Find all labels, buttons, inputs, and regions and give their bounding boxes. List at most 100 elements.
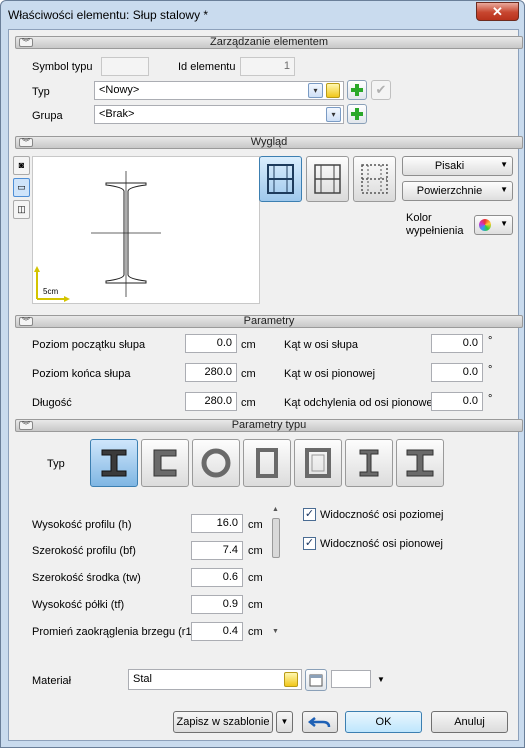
chevron-down-icon: ▼ bbox=[500, 219, 508, 228]
flange-height-field[interactable]: 0.9 bbox=[191, 595, 243, 614]
horizontal-axis-checkbox[interactable]: ✓ bbox=[303, 508, 316, 521]
chevron-down-icon: ▼ bbox=[500, 160, 508, 169]
section-parameters-header[interactable]: ︾ Parametry bbox=[15, 315, 523, 328]
section-type-parameters-header[interactable]: ︾ Parametry typu bbox=[15, 419, 523, 432]
material-label: Materiał bbox=[32, 675, 72, 687]
view-mode-2-button[interactable] bbox=[306, 156, 349, 202]
deviation-angle-field[interactable]: 0.0 bbox=[431, 392, 483, 411]
profile-box-button[interactable] bbox=[294, 439, 342, 487]
collapse-icon[interactable]: ︾ bbox=[19, 421, 33, 430]
scrollbar-thumb[interactable] bbox=[272, 518, 280, 558]
column-axis-angle-label: Kąt w osi słupa bbox=[284, 339, 358, 351]
i-beam-icon bbox=[101, 449, 127, 477]
profile-i-beam-button[interactable] bbox=[90, 439, 138, 487]
profile-channel-button[interactable] bbox=[141, 439, 189, 487]
material-combobox[interactable]: Stal bbox=[128, 669, 302, 690]
window-title: Właściwości elementu: Słup stalowy * bbox=[8, 8, 209, 22]
plus-icon bbox=[351, 84, 363, 96]
undo-button[interactable] bbox=[302, 711, 338, 733]
plan-view-icon[interactable]: ▭ bbox=[13, 178, 30, 197]
add-type-button[interactable] bbox=[347, 80, 367, 100]
unit-label: cm bbox=[241, 339, 256, 351]
fill-color-picker[interactable]: ▼ bbox=[474, 215, 513, 235]
group-dropdown-button[interactable]: ▾ bbox=[326, 107, 341, 122]
profile-width-field[interactable]: 7.4 bbox=[191, 541, 243, 560]
vertical-axis-angle-field[interactable]: 0.0 bbox=[431, 363, 483, 382]
column-start-level-field[interactable]: 0.0 bbox=[185, 334, 237, 353]
profile-params-scrollbar[interactable]: ▲ ▼ bbox=[271, 506, 281, 640]
symbol-type-label: Symbol typu bbox=[32, 61, 93, 73]
add-group-button[interactable] bbox=[347, 104, 367, 124]
section-appearance-header[interactable]: ︾ Wygląd bbox=[15, 136, 523, 149]
close-button[interactable]: ✕ bbox=[476, 2, 519, 21]
profile-wide-i-button[interactable] bbox=[396, 439, 444, 487]
narrow-i-beam-icon bbox=[359, 449, 379, 477]
group-combobox[interactable]: <Brak> bbox=[94, 105, 344, 124]
frame-outline-icon bbox=[314, 164, 341, 194]
chevron-down-icon: ▾ bbox=[313, 86, 318, 95]
web-width-label: Szerokość środka (tw) bbox=[32, 572, 141, 584]
title-bar[interactable]: Właściwości elementu: Słup stalowy * ✕ bbox=[1, 1, 524, 29]
camera-icon[interactable]: ◙ bbox=[13, 156, 30, 175]
profile-narrow-i-button[interactable] bbox=[345, 439, 393, 487]
profile-rect-tube-button[interactable] bbox=[243, 439, 291, 487]
template-icon[interactable] bbox=[326, 83, 340, 98]
round-tube-icon bbox=[201, 448, 231, 478]
confirm-type-button[interactable]: ✔ bbox=[371, 80, 391, 100]
web-width-field[interactable]: 0.6 bbox=[191, 568, 243, 587]
column-end-level-field[interactable]: 280.0 bbox=[185, 363, 237, 382]
profile-width-label: Szerokość profilu (bf) bbox=[32, 545, 136, 557]
view-mode-3-button[interactable] bbox=[353, 156, 396, 202]
scroll-up-icon[interactable]: ▲ bbox=[272, 506, 279, 513]
vertical-axis-checkbox[interactable]: ✓ bbox=[303, 537, 316, 550]
symbol-type-field[interactable] bbox=[101, 57, 149, 76]
color-wheel-icon bbox=[479, 219, 491, 231]
chevron-down-icon: ▼ bbox=[280, 717, 289, 726]
type-dropdown-button[interactable]: ▾ bbox=[308, 83, 323, 98]
flange-height-label: Wysokość półki (tf) bbox=[32, 599, 125, 611]
unit-label: cm bbox=[248, 599, 263, 611]
material-template-icon[interactable] bbox=[284, 672, 298, 687]
scroll-down-icon[interactable]: ▼ bbox=[272, 628, 279, 635]
length-field[interactable]: 280.0 bbox=[185, 392, 237, 411]
horizontal-axis-visibility-label: Widoczność osi poziomej bbox=[320, 509, 444, 521]
profile-round-tube-button[interactable] bbox=[192, 439, 240, 487]
degree-unit: ° bbox=[488, 393, 493, 405]
dialog-body: ︾ Zarządzanie elementem Symbol typu Id e… bbox=[8, 29, 523, 741]
column-axis-angle-field[interactable]: 0.0 bbox=[431, 334, 483, 353]
column-end-level-label: Poziom końca słupa bbox=[32, 368, 131, 380]
pens-dropdown[interactable]: Pisaki ▼ bbox=[402, 156, 513, 176]
properties-dialog: Właściwości elementu: Słup stalowy * ✕ ︾… bbox=[0, 0, 525, 748]
cancel-button[interactable]: Anuluj bbox=[431, 711, 508, 733]
checkmark-icon: ✔ bbox=[375, 82, 387, 97]
surfaces-dropdown[interactable]: Powierzchnie ▼ bbox=[402, 181, 513, 201]
box-section-icon bbox=[305, 448, 331, 478]
unit-label: cm bbox=[248, 519, 263, 531]
collapse-icon[interactable]: ︾ bbox=[19, 138, 33, 147]
collapse-icon[interactable]: ︾ bbox=[19, 38, 33, 47]
profile-height-field[interactable]: 16.0 bbox=[191, 514, 243, 533]
save-template-dropdown[interactable]: ▼ bbox=[276, 711, 293, 733]
element-id-label: Id elementu bbox=[178, 61, 236, 73]
view-mode-1-button[interactable] bbox=[259, 156, 302, 202]
3d-view-icon[interactable]: ◫ bbox=[13, 200, 30, 219]
material-color-swatch[interactable] bbox=[331, 670, 371, 688]
collapse-icon[interactable]: ︾ bbox=[19, 317, 33, 326]
unit-label: cm bbox=[241, 397, 256, 409]
chevron-down-icon: ▾ bbox=[331, 110, 336, 119]
element-id-field[interactable]: 1 bbox=[240, 57, 295, 76]
plus-icon bbox=[351, 108, 363, 120]
chevron-down-icon[interactable]: ▼ bbox=[377, 675, 385, 684]
type-combobox[interactable]: <Nowy> bbox=[94, 81, 344, 100]
vertical-axis-visibility-label: Widoczność osi pionowej bbox=[320, 538, 443, 550]
section-management-header[interactable]: ︾ Zarządzanie elementem bbox=[15, 36, 523, 49]
save-as-template-button[interactable]: Zapisz w szablonie bbox=[173, 711, 273, 733]
type-label: Typ bbox=[32, 86, 50, 98]
edge-radius-field[interactable]: 0.4 bbox=[191, 622, 243, 641]
deviation-angle-label: Kąt odchylenia od osi pionowej bbox=[284, 397, 436, 409]
material-library-button[interactable] bbox=[305, 669, 327, 691]
ok-button[interactable]: OK bbox=[345, 711, 422, 733]
degree-unit: ° bbox=[488, 335, 493, 347]
i-beam-section-drawing bbox=[34, 171, 161, 302]
channel-icon bbox=[153, 449, 177, 477]
